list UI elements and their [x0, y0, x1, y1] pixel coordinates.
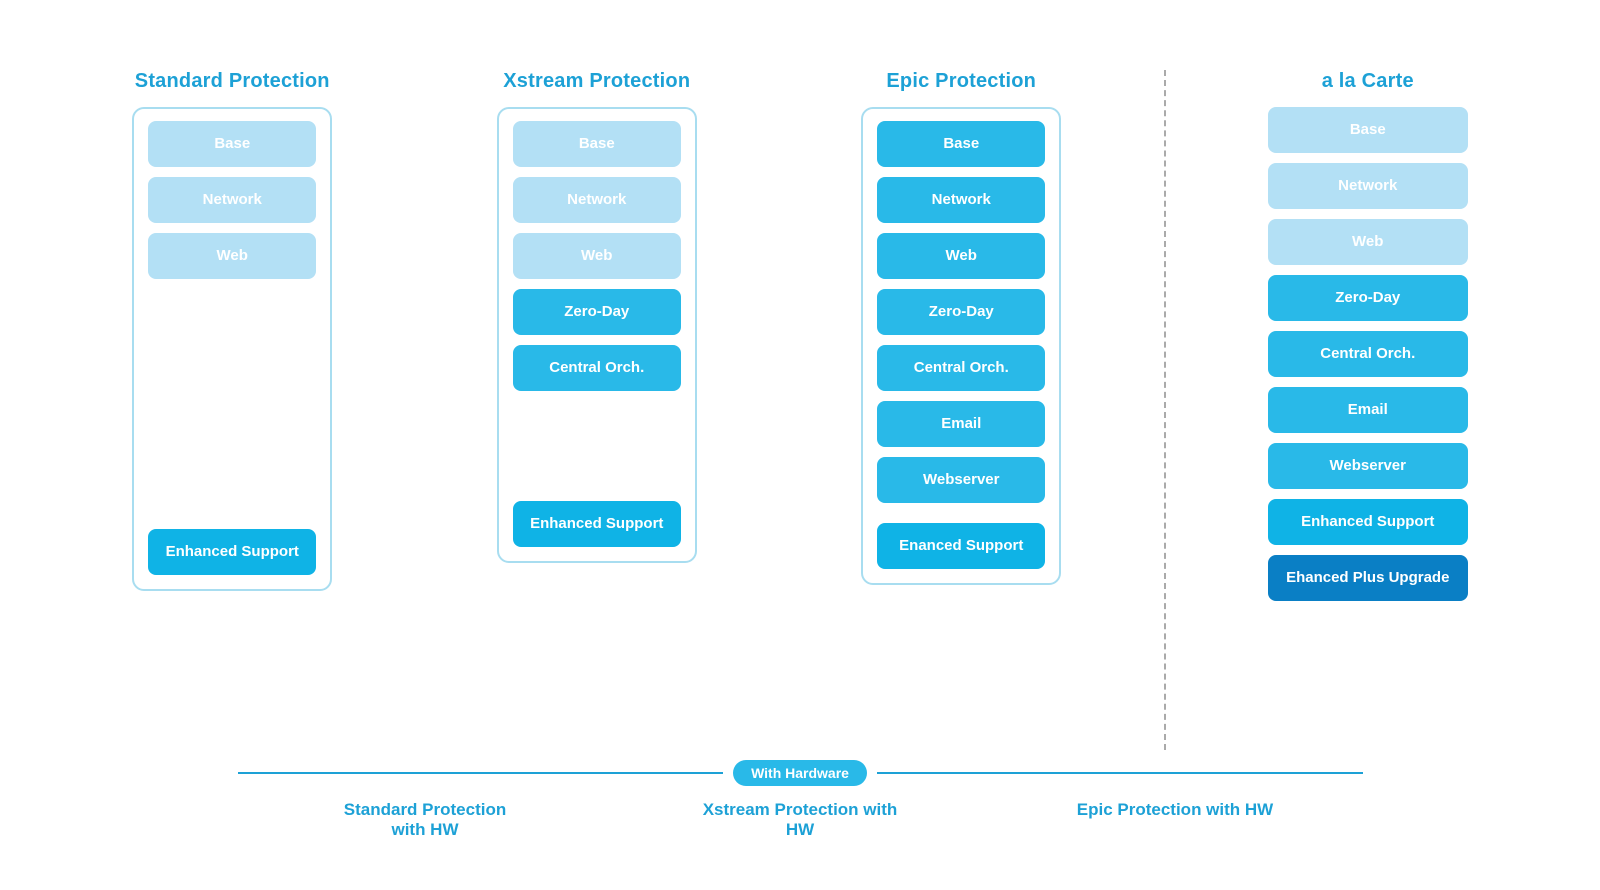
xstream-zeroday-btn[interactable]: Zero-Day	[513, 289, 681, 335]
epic-webserver-btn[interactable]: Webserver	[877, 457, 1045, 503]
hw-label-epic: Epic Protection with HW	[1075, 800, 1275, 840]
top-section: Standard Protection Base Network Web Enh…	[50, 50, 1550, 750]
alacarte-web-btn[interactable]: Web	[1268, 219, 1468, 265]
epic-network-btn[interactable]: Network	[877, 177, 1045, 223]
xstream-top-btns: Base Network Web Zero-Day Central Orch.	[513, 121, 681, 391]
epic-email-btn[interactable]: Email	[877, 401, 1045, 447]
alacarte-network-btn[interactable]: Network	[1268, 163, 1468, 209]
epic-web-btn[interactable]: Web	[877, 233, 1045, 279]
xstream-title: Xstream Protection	[503, 70, 690, 93]
standard-support-wrapper: Enhanced Support	[148, 529, 316, 575]
standard-support-btn[interactable]: Enhanced Support	[148, 529, 316, 575]
hardware-divider-row: With Hardware	[238, 760, 1363, 786]
standard-content: Base Network Web Enhanced Support	[148, 121, 316, 575]
alacarte-webserver-btn[interactable]: Webserver	[1268, 443, 1468, 489]
xstream-centralorch-btn[interactable]: Central Orch.	[513, 345, 681, 391]
alacarte-support-btn[interactable]: Enhanced Support	[1268, 499, 1468, 545]
standard-network-btn[interactable]: Network	[148, 177, 316, 223]
dashed-divider	[1164, 70, 1166, 750]
standard-top-btns: Base Network Web	[148, 121, 316, 279]
alacarte-buttons: Base Network Web Zero-Day Central Orch. …	[1268, 107, 1468, 601]
standard-box: Base Network Web Enhanced Support	[132, 107, 332, 591]
hardware-line-left	[238, 772, 724, 774]
column-epic: Epic Protection Base Network Web Zero-Da…	[779, 70, 1144, 585]
standard-base-btn[interactable]: Base	[148, 121, 316, 167]
epic-support-wrapper: Enanced Support	[877, 523, 1045, 569]
alacarte-base-btn[interactable]: Base	[1268, 107, 1468, 153]
epic-title: Epic Protection	[886, 70, 1036, 93]
alacarte-plusupgrade-btn[interactable]: Ehanced Plus Upgrade	[1268, 555, 1468, 601]
hw-label-standard: Standard Protection with HW	[325, 800, 525, 840]
column-alacarte: a la Carte Base Network Web Zero-Day Cen…	[1186, 70, 1551, 601]
hardware-badge: With Hardware	[733, 760, 867, 786]
hw-label-xstream: Xstream Protection with HW	[700, 800, 900, 840]
xstream-base-btn[interactable]: Base	[513, 121, 681, 167]
xstream-web-btn[interactable]: Web	[513, 233, 681, 279]
alacarte-centralorch-btn[interactable]: Central Orch.	[1268, 331, 1468, 377]
alacarte-zeroday-btn[interactable]: Zero-Day	[1268, 275, 1468, 321]
column-standard: Standard Protection Base Network Web Enh…	[50, 70, 415, 591]
hardware-line-right	[877, 772, 1363, 774]
xstream-network-btn[interactable]: Network	[513, 177, 681, 223]
main-container: Standard Protection Base Network Web Enh…	[50, 50, 1550, 840]
xstream-content: Base Network Web Zero-Day Central Orch. …	[513, 121, 681, 547]
column-xstream: Xstream Protection Base Network Web Zero…	[415, 70, 780, 563]
standard-title: Standard Protection	[135, 70, 330, 93]
epic-base-btn[interactable]: Base	[877, 121, 1045, 167]
xstream-support-wrapper: Enhanced Support	[513, 501, 681, 547]
dashed-line	[1164, 70, 1166, 750]
hw-labels-row: Standard Protection with HW Xstream Prot…	[238, 800, 1363, 840]
epic-box: Base Network Web Zero-Day Central Orch. …	[861, 107, 1061, 585]
epic-zeroday-btn[interactable]: Zero-Day	[877, 289, 1045, 335]
epic-support-btn[interactable]: Enanced Support	[877, 523, 1045, 569]
xstream-support-btn[interactable]: Enhanced Support	[513, 501, 681, 547]
epic-content: Base Network Web Zero-Day Central Orch. …	[877, 121, 1045, 569]
alacarte-email-btn[interactable]: Email	[1268, 387, 1468, 433]
epic-top-btns: Base Network Web Zero-Day Central Orch. …	[877, 121, 1045, 503]
standard-web-btn[interactable]: Web	[148, 233, 316, 279]
hardware-section: With Hardware Standard Protection with H…	[50, 760, 1550, 840]
xstream-box: Base Network Web Zero-Day Central Orch. …	[497, 107, 697, 563]
alacarte-title: a la Carte	[1322, 70, 1414, 93]
epic-centralorch-btn[interactable]: Central Orch.	[877, 345, 1045, 391]
